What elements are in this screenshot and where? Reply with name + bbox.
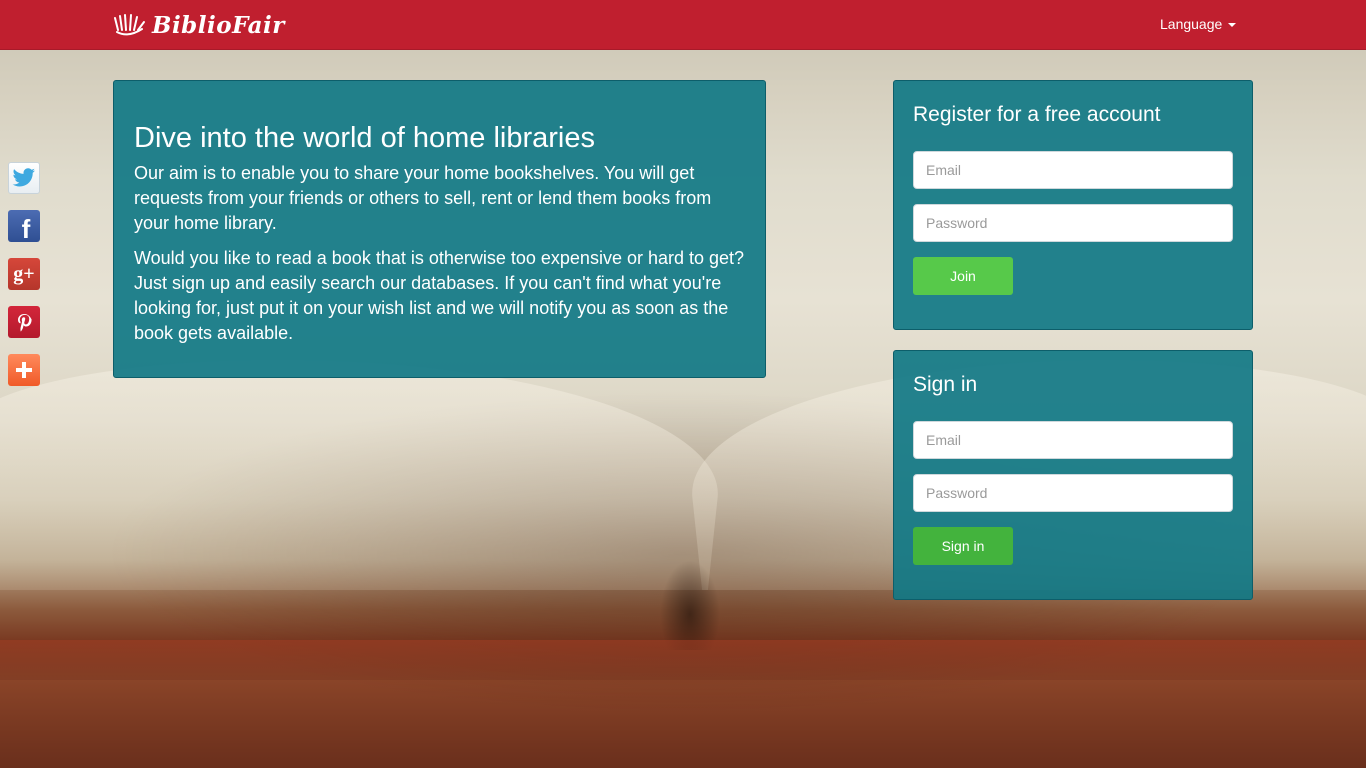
signin-panel: Sign in Sign in <box>893 350 1253 600</box>
caret-down-icon <box>1228 23 1237 27</box>
register-title: Register for a free account <box>913 103 1161 126</box>
background-book-spine <box>660 560 720 650</box>
signin-title: Sign in <box>913 373 978 396</box>
navbar: BiblioFair Language <box>0 0 1366 50</box>
language-label: Language <box>1160 16 1223 32</box>
signin-email-input[interactable] <box>913 421 1233 459</box>
register-password-input[interactable] <box>913 204 1233 242</box>
intro-panel: Dive into the world of home libraries Ou… <box>113 80 766 378</box>
twitter-share-button[interactable] <box>8 162 40 194</box>
register-panel: Register for a free account Join <box>893 80 1253 330</box>
background-book-edge <box>0 640 1366 680</box>
pinterest-icon <box>18 314 32 332</box>
background-book-page <box>0 360 733 590</box>
join-button[interactable]: Join <box>913 257 1013 295</box>
facebook-icon: f <box>21 213 31 244</box>
plus-icon <box>16 362 32 378</box>
social-share-bar: f g+ <box>8 162 40 386</box>
facebook-share-button[interactable]: f <box>8 210 40 244</box>
google-plus-icon: g+ <box>13 262 35 285</box>
addthis-share-button[interactable] <box>8 354 40 386</box>
brand-name: BiblioFair <box>152 11 285 39</box>
signin-password-input[interactable] <box>913 474 1233 512</box>
brand-logo-link[interactable]: BiblioFair <box>114 10 285 40</box>
signin-button[interactable]: Sign in <box>913 527 1013 565</box>
intro-paragraph: Our aim is to enable you to share your h… <box>134 163 712 233</box>
register-email-input[interactable] <box>913 151 1233 189</box>
book-logo-icon <box>114 14 145 36</box>
google-plus-share-button[interactable]: g+ <box>8 258 40 290</box>
twitter-icon <box>12 168 35 187</box>
intro-title: Dive into the world of home libraries <box>134 122 595 154</box>
language-dropdown[interactable]: Language <box>1160 16 1237 32</box>
intro-paragraph: Would you like to read a book that is ot… <box>134 248 745 343</box>
pinterest-share-button[interactable] <box>8 306 40 338</box>
